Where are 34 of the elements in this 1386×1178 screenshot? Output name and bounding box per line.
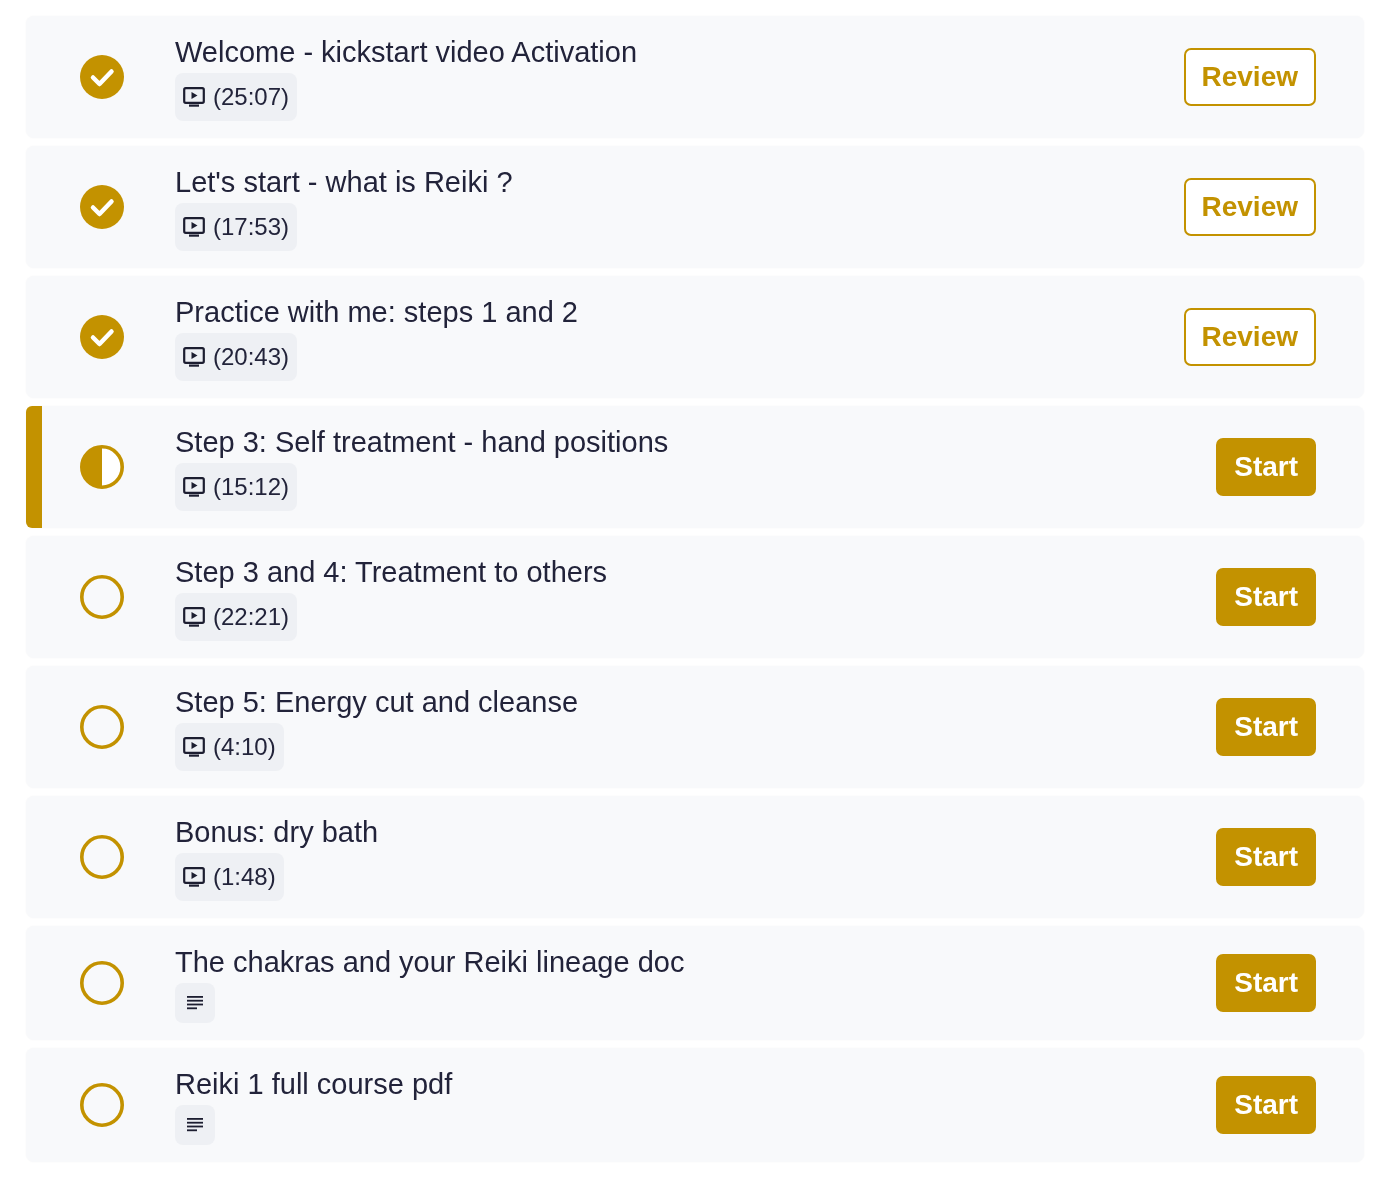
lesson-row[interactable]: Welcome - kickstart video Activation (25:07) Review xyxy=(26,16,1364,138)
lesson-title: Let's start - what is Reiki ? xyxy=(175,166,513,198)
lesson-title: Step 3 and 4: Treatment to others xyxy=(175,556,608,588)
lesson-row[interactable]: Step 5: Energy cut and cleanse (4:10) Start xyxy=(26,666,1364,788)
lesson-title: Practice with me: steps 1 and 2 xyxy=(175,296,578,328)
lesson-row[interactable]: Step 3 and 4: Treatment to others (22:21) Start xyxy=(26,536,1364,658)
lesson-title: Welcome - kickstart video Activation xyxy=(175,36,638,68)
duration-text: (1:48) xyxy=(213,863,276,891)
duration-text: (20:43) xyxy=(213,343,290,371)
video-icon xyxy=(183,607,205,627)
lesson-title: Reiki 1 full course pdf xyxy=(175,1068,453,1100)
duration-text: (22:21) xyxy=(213,603,290,631)
lesson-row[interactable]: Step 3: Self treatment - hand positions (15:12) Start xyxy=(26,406,1364,528)
video-icon xyxy=(183,347,205,367)
lesson-row[interactable]: Bonus: dry bath (1:48) Start xyxy=(26,796,1364,918)
lesson-title: Step 5: Energy cut and cleanse xyxy=(175,686,579,718)
video-icon xyxy=(183,87,205,107)
duration-text: (4:10) xyxy=(213,733,276,761)
lesson-title: Step 3: Self treatment - hand positions xyxy=(175,426,669,458)
duration-text: (15:12) xyxy=(213,473,290,501)
video-icon xyxy=(183,217,205,237)
lesson-row[interactable]: Let's start - what is Reiki ? (17:53) Review xyxy=(26,146,1364,268)
duration-text: (25:07) xyxy=(213,83,290,111)
lesson-title: The chakras and your Reiki lineage doc xyxy=(175,946,685,978)
document-lines-icon xyxy=(175,983,215,1023)
document-lines-icon xyxy=(175,1105,215,1145)
lesson-row[interactable]: Practice with me: steps 1 and 2 (20:43) Review xyxy=(26,276,1364,398)
lesson-title: Bonus: dry bath xyxy=(175,816,379,848)
lesson-row[interactable]: Reiki 1 full course pdf Start xyxy=(26,1048,1364,1162)
video-icon xyxy=(183,477,205,497)
video-icon xyxy=(183,737,205,757)
duration-text: (17:53) xyxy=(213,213,290,241)
video-icon xyxy=(183,867,205,887)
lesson-row[interactable]: The chakras and your Reiki lineage doc Start xyxy=(26,926,1364,1040)
